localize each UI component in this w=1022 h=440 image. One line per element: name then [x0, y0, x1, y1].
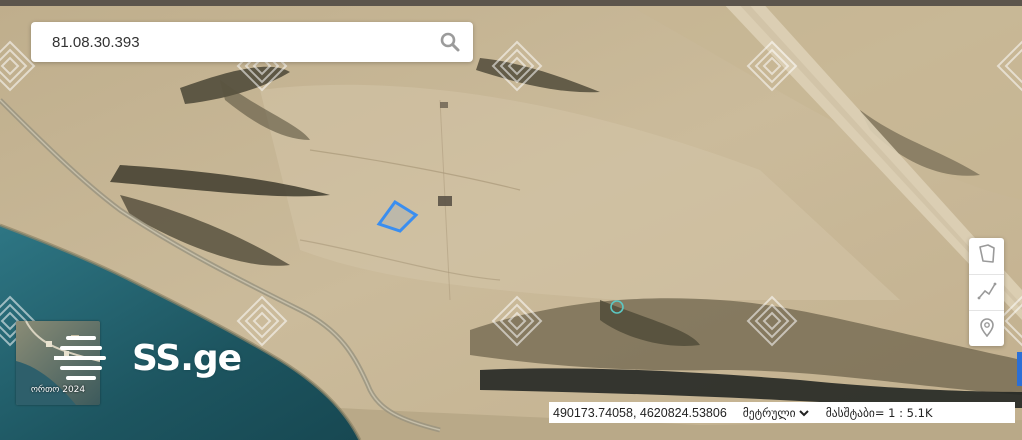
- search-icon[interactable]: [439, 31, 461, 53]
- search-input[interactable]: [50, 26, 434, 58]
- location-pin-icon: [977, 317, 997, 342]
- search-box: [31, 22, 473, 62]
- map-scale: მასშტაბი= 1 : 5.1K: [825, 405, 933, 420]
- status-bar: 490173.74058, 4620824.53806 მეტრული მასშ…: [549, 402, 1015, 423]
- polygon-icon: [977, 243, 997, 269]
- draw-polygon-button[interactable]: [969, 238, 1004, 274]
- logo-text: SS.ge: [132, 338, 242, 379]
- cursor-coordinates: 490173.74058, 4620824.53806: [553, 405, 727, 420]
- place-marker-button[interactable]: [969, 310, 1004, 347]
- line-measure-icon: [977, 281, 997, 306]
- ssge-logo: SS.ge: [52, 334, 244, 388]
- logo-lines-icon: [52, 336, 106, 380]
- map-toolbar: [969, 238, 1004, 346]
- side-panel-toggle[interactable]: [1017, 352, 1022, 386]
- measure-line-button[interactable]: [969, 274, 1004, 311]
- top-edge-bar: [0, 0, 1022, 6]
- unit-select[interactable]: მეტრული: [738, 403, 812, 422]
